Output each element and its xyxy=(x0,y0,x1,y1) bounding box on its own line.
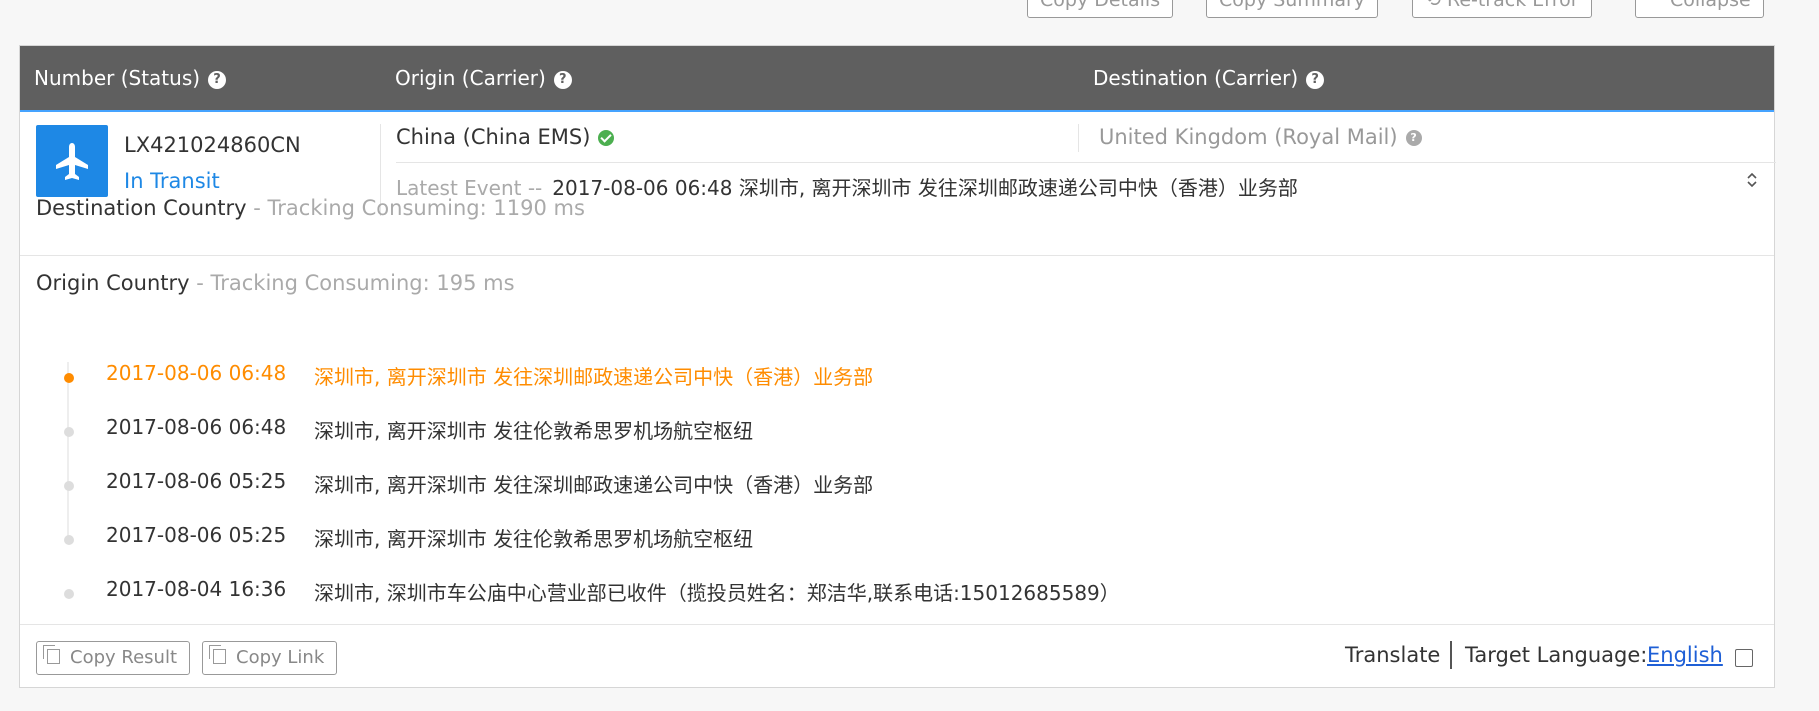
divider xyxy=(1450,641,1452,669)
timeline-dot xyxy=(64,481,74,491)
timeline-line xyxy=(67,362,69,542)
status-label: In Transit xyxy=(124,169,220,193)
event-time: 2017-08-06 06:48 xyxy=(106,361,287,385)
copy-details-button[interactable]: Copy Details xyxy=(1027,0,1174,18)
event-description: 深圳市, 离开深圳市 发往深圳邮政速递公司中快（香港）业务部 xyxy=(314,365,874,389)
result-footer: Copy Result Copy Link Translate Target L… xyxy=(20,624,1774,688)
origin-country-label: Origin Country xyxy=(36,271,190,295)
event-time: 2017-08-06 06:48 xyxy=(106,415,287,439)
tracking-result-panel: Number (Status)? Origin (Carrier)? Desti… xyxy=(19,45,1776,688)
retrack-error-label: Re-track Error xyxy=(1446,0,1579,11)
copy-link-button[interactable]: Copy Link xyxy=(202,641,338,675)
destination-carrier-label: United Kingdom (Royal Mail) xyxy=(1099,125,1398,149)
header-origin-carrier: Origin (Carrier)? xyxy=(395,46,572,110)
header-destination-carrier-label: Destination (Carrier) xyxy=(1093,66,1299,90)
destination-country-label: Destination Country xyxy=(36,196,247,220)
copy-link-label: Copy Link xyxy=(236,647,325,668)
translate-button[interactable]: Translate xyxy=(1345,643,1440,667)
origin-country-title: Origin Country - Tracking Consuming: 195… xyxy=(36,271,515,295)
target-language-link[interactable]: English xyxy=(1647,643,1723,667)
event-description: 深圳市, 离开深圳市 发往伦敦希思罗机场航空枢纽 xyxy=(314,527,754,551)
divider xyxy=(1078,124,1079,152)
event-time: 2017-08-04 16:36 xyxy=(106,577,287,601)
header-number-status: Number (Status)? xyxy=(34,46,227,110)
event-description: 深圳市, 深圳市车公庙中心营业部已收件（揽投员姓名：郑洁华,联系电话:15012… xyxy=(314,581,1120,605)
timeline-dot xyxy=(64,373,74,383)
event-description: 深圳市, 离开深圳市 发往伦敦希思罗机场航空枢纽 xyxy=(314,419,754,443)
header-origin-carrier-label: Origin (Carrier) xyxy=(395,66,546,90)
divider xyxy=(396,162,1776,163)
destination-country-title: Destination Country - Tracking Consuming… xyxy=(36,196,585,220)
collapse-button[interactable]: ⌃ Collapse xyxy=(1635,0,1764,18)
header-number-status-label: Number (Status) xyxy=(34,66,201,90)
collapse-chevron-icon[interactable] xyxy=(1746,172,1758,191)
origin-tracking-time: - Tracking Consuming: 195 ms xyxy=(189,271,515,295)
plane-icon xyxy=(36,125,108,197)
header-destination-carrier: Destination (Carrier)? xyxy=(1093,46,1325,110)
retrack-error-button[interactable]: ⟲ Re-track Error xyxy=(1412,0,1592,18)
destination-tracking-time: - Tracking Consuming: 1190 ms xyxy=(246,196,585,220)
help-icon[interactable]: ? xyxy=(208,70,227,89)
translate-checkbox[interactable] xyxy=(1735,649,1753,667)
chevron-up-icon: ⌃ xyxy=(1648,0,1670,11)
tracking-number[interactable]: LX421024860CN xyxy=(124,133,301,157)
target-language-label: Target Language: xyxy=(1465,643,1648,667)
retrack-icon: ⟲ xyxy=(1425,0,1447,11)
event-description: 深圳市, 离开深圳市 发往深圳邮政速递公司中快（香港）业务部 xyxy=(314,473,874,497)
copy-summary-button[interactable]: Copy Summary xyxy=(1206,0,1379,18)
copy-icon xyxy=(43,644,60,664)
table-header: Number (Status)? Origin (Carrier)? Desti… xyxy=(20,46,1774,112)
help-icon[interactable]: ? xyxy=(553,70,572,89)
event-time: 2017-08-06 05:25 xyxy=(106,523,287,547)
origin-carrier: China (China EMS) xyxy=(396,125,615,149)
timeline-dot xyxy=(64,589,74,599)
origin-carrier-label: China (China EMS) xyxy=(396,125,591,149)
copy-result-button[interactable]: Copy Result xyxy=(36,641,190,675)
help-icon[interactable]: ? xyxy=(1405,130,1422,146)
check-circle-icon xyxy=(598,130,615,146)
event-time: 2017-08-06 05:25 xyxy=(106,469,287,493)
collapse-label: Collapse xyxy=(1669,0,1751,11)
timeline-dot xyxy=(64,535,74,545)
timeline-dot xyxy=(64,427,74,437)
destination-carrier: United Kingdom (Royal Mail)? xyxy=(1099,125,1422,149)
copy-result-label: Copy Result xyxy=(70,647,177,668)
shipment-summary-row[interactable]: LX421024860CN In Transit China (China EM… xyxy=(20,112,1776,256)
latest-event-value: 2017-08-06 06:48 深圳市, 离开深圳市 发往深圳邮政速递公司中快… xyxy=(552,176,1298,200)
copy-icon xyxy=(209,644,226,664)
help-icon[interactable]: ? xyxy=(1306,70,1325,89)
